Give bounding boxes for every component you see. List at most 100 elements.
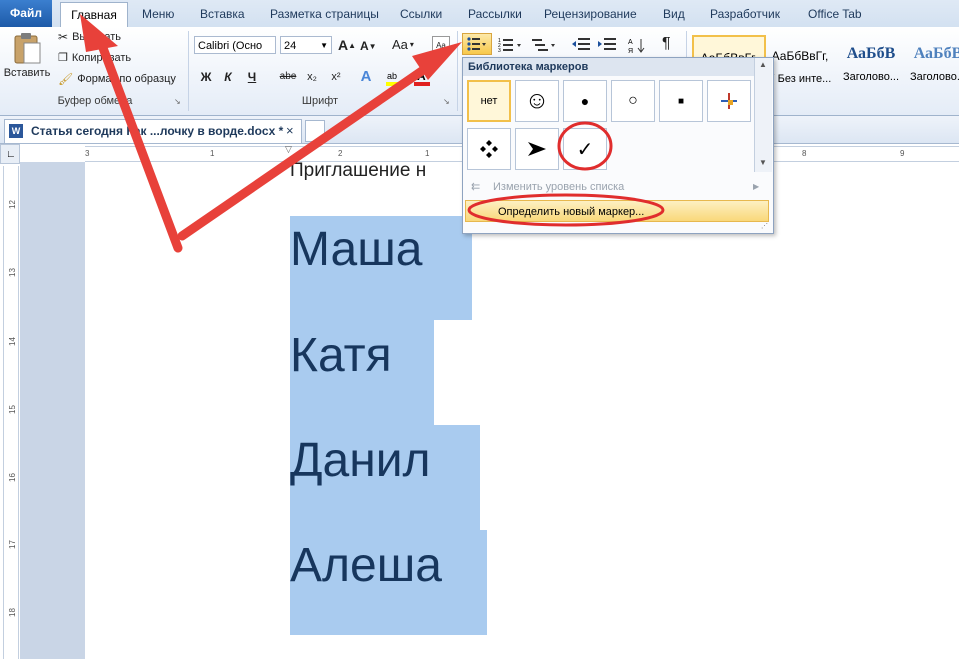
list-item[interactable]: Алеша xyxy=(290,538,442,593)
document-page[interactable] xyxy=(85,162,959,659)
style-name: ¶ Без инте... xyxy=(768,73,832,85)
define-new-bullet-item[interactable]: Определить новый маркер... xyxy=(465,200,769,222)
ruler-number: 14 xyxy=(7,337,17,346)
format-painter-button[interactable]: 🖌 Формат по образцу xyxy=(58,72,176,86)
list-item[interactable]: Катя xyxy=(290,328,392,383)
tab-references[interactable]: Ссылки xyxy=(392,3,450,25)
bullet-hollow-circle[interactable]: ○ xyxy=(611,80,655,122)
style-heading-1[interactable]: АаБбВ Заголово... xyxy=(838,35,904,91)
clear-formatting-button[interactable]: Aa xyxy=(432,36,450,54)
document-tab[interactable]: W Статья сегодня Как ...лочку в ворде.do… xyxy=(4,119,302,143)
new-tab-icon[interactable] xyxy=(305,120,325,142)
tab-menu[interactable]: Меню xyxy=(134,3,182,25)
list-item[interactable]: Данил xyxy=(290,433,431,488)
bullet-arrow[interactable] xyxy=(515,128,559,170)
tab-office-tab[interactable]: Office Tab xyxy=(800,3,870,25)
scroll-up-icon[interactable]: ▲ xyxy=(759,60,767,69)
format-painter-label: Формат по образцу xyxy=(77,73,176,85)
tab-home[interactable]: Главная xyxy=(60,2,128,28)
font-size-value: 24 xyxy=(284,40,297,52)
hollow-circle-icon: ○ xyxy=(628,92,638,109)
document-tab-title: Статья сегодня Как ...лочку в ворде.docx… xyxy=(31,124,284,138)
checkmark-icon: ✓ xyxy=(576,138,594,161)
superscript-button[interactable]: x² xyxy=(326,67,346,87)
square-icon: ■ xyxy=(677,95,685,107)
bullet-checkmark[interactable]: ✓ xyxy=(563,128,607,170)
bold-button[interactable]: Ж xyxy=(196,67,216,87)
tab-file[interactable]: Файл xyxy=(0,0,52,27)
tab-selector[interactable]: ∟ xyxy=(0,144,20,164)
vertical-ruler[interactable]: 12 13 14 15 16 17 18 xyxy=(3,166,19,659)
style-no-spacing[interactable]: АаБбВвГг, ¶ Без инте... xyxy=(766,35,834,91)
tab-mailings[interactable]: Рассылки xyxy=(460,3,530,25)
font-name-value: Calibri (Осно xyxy=(198,40,263,52)
numbering-icon[interactable]: 123 xyxy=(498,37,524,56)
highlight-icon[interactable]: ab xyxy=(384,67,404,87)
ruler-number: 3 xyxy=(85,149,90,158)
font-size-box[interactable]: 24 ▼ xyxy=(280,36,332,54)
svg-text:ab: ab xyxy=(387,71,397,81)
strikethrough-button[interactable]: abe xyxy=(278,67,298,87)
font-name-box[interactable]: Calibri (Осно xyxy=(194,36,276,54)
change-list-level-label: Изменить уровень списка xyxy=(493,181,625,193)
svg-text:3: 3 xyxy=(498,48,501,53)
gallery-scrollbar[interactable]: ▲ ▼ xyxy=(754,58,772,172)
shrink-font-button[interactable]: A ▼ xyxy=(360,39,377,53)
bullet-filled-circle[interactable]: ● xyxy=(563,80,607,122)
increase-indent-icon[interactable] xyxy=(598,37,616,56)
document-heading: Приглашение н xyxy=(290,160,427,181)
indent-marker-icon[interactable]: ▽ xyxy=(285,144,292,155)
style-heading-2[interactable]: АаБбВ Заголово... xyxy=(908,35,959,91)
group-separator xyxy=(457,31,458,111)
decrease-indent-icon[interactable] xyxy=(572,37,590,56)
bullets-button[interactable] xyxy=(462,33,492,55)
italic-button[interactable]: К xyxy=(218,67,238,87)
style-name: Заголово... xyxy=(909,71,959,83)
tab-page-layout[interactable]: Разметка страницы xyxy=(262,3,387,25)
show-marks-button[interactable]: ¶ xyxy=(662,35,671,53)
paste-button[interactable]: Вставить xyxy=(3,31,51,91)
bullet-library-header: Библиотека маркеров xyxy=(463,58,756,76)
sort-icon[interactable]: AЯ xyxy=(628,37,646,58)
bullet-diamond[interactable] xyxy=(467,128,511,170)
font-launcher-icon[interactable]: ↘ xyxy=(443,97,450,106)
tab-stop-icon: ∟ xyxy=(6,149,16,160)
style-name: Заголово... xyxy=(842,71,900,83)
cut-button[interactable]: ✂ Вырезать xyxy=(58,30,121,44)
font-color-icon[interactable]: A xyxy=(412,67,432,87)
list-item[interactable]: Маша xyxy=(290,222,422,277)
clipboard-launcher-icon[interactable]: ↘ xyxy=(174,97,181,106)
bullet-smiley[interactable]: ☺ xyxy=(515,80,559,122)
brush-icon: 🖌 xyxy=(58,72,74,86)
ruler-number: 18 xyxy=(7,608,17,617)
tab-review[interactable]: Рецензирование xyxy=(536,3,645,25)
ribbon-tab-strip: Файл Главная Меню Вставка Разметка стран… xyxy=(0,0,959,28)
paste-label: Вставить xyxy=(3,67,51,79)
close-tab-icon[interactable]: × xyxy=(286,120,294,142)
shrink-font-label: A xyxy=(360,39,369,53)
change-list-level-item[interactable]: ⇇ Изменить уровень списка ▶ xyxy=(463,176,771,198)
style-preview: АаБбВ xyxy=(846,45,896,62)
clipboard-group-label: Буфер обмена xyxy=(57,95,133,107)
tab-insert[interactable]: Вставка xyxy=(192,3,253,25)
scroll-down-icon[interactable]: ▼ xyxy=(759,158,767,167)
ruler-number: 16 xyxy=(7,473,17,482)
tab-view[interactable]: Вид xyxy=(655,3,693,25)
tab-developer[interactable]: Разработчик xyxy=(702,3,788,25)
grow-font-button[interactable]: A ▲ xyxy=(338,37,356,53)
change-case-button[interactable]: Aa ▾ xyxy=(392,37,414,52)
copy-button[interactable]: ❐ Копировать xyxy=(58,51,131,65)
multilevel-list-icon[interactable] xyxy=(532,37,558,56)
bullet-cross[interactable] xyxy=(707,80,751,122)
eraser-icon: Aa xyxy=(436,40,446,50)
bullet-square[interactable]: ■ xyxy=(659,80,703,122)
ruler-number: 2 xyxy=(338,149,343,158)
font-group-label: Шрифт xyxy=(301,95,339,107)
text-effects-icon[interactable]: A xyxy=(356,67,376,87)
bullet-none[interactable]: нет xyxy=(467,80,511,122)
diamond-cluster-icon xyxy=(480,140,498,158)
smiley-icon: ☺ xyxy=(524,87,550,114)
subscript-button[interactable]: x₂ xyxy=(302,67,322,87)
resize-grip-icon[interactable]: ⋰ xyxy=(761,222,768,230)
underline-button[interactable]: Ч xyxy=(242,67,262,87)
